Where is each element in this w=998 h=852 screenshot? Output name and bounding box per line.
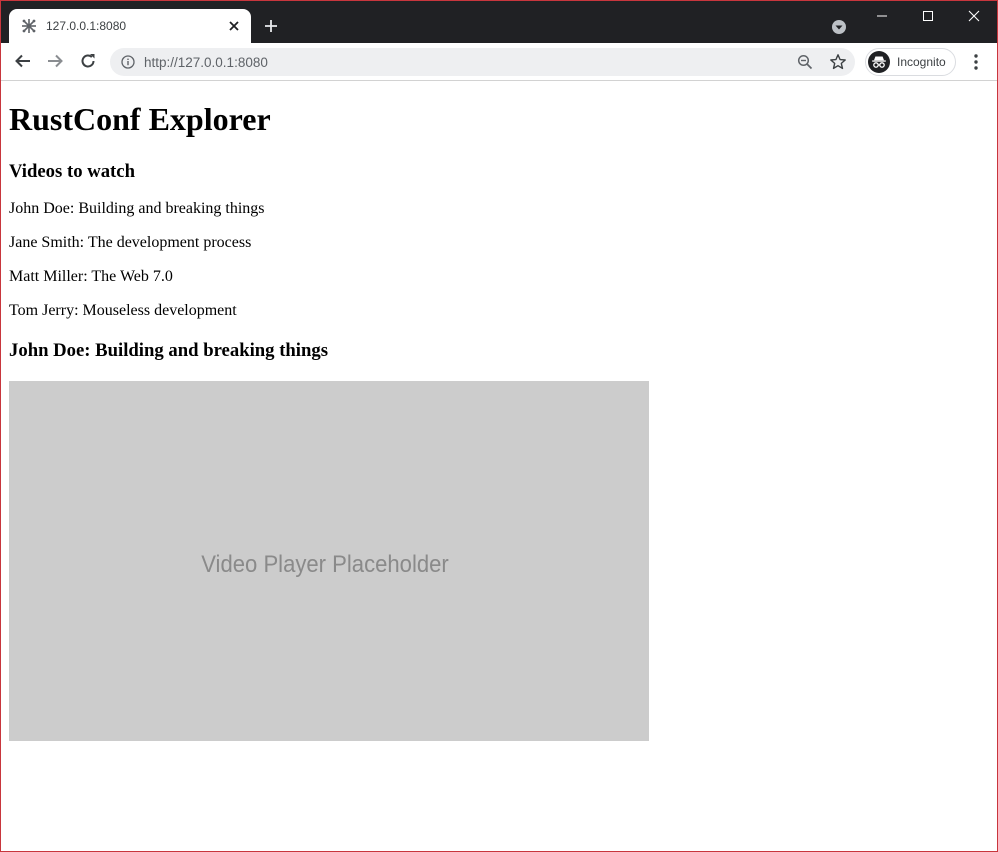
zoom-out-icon[interactable] [797, 54, 813, 70]
video-list-item[interactable]: John Doe: Building and breaking things [9, 200, 265, 218]
video-player-placeholder[interactable]: Video Player Placeholder [9, 381, 649, 741]
video-list-item[interactable]: Matt Miller: The Web 7.0 [9, 268, 265, 286]
address-bar[interactable]: http://127.0.0.1:8080 [110, 48, 855, 76]
incognito-icon [868, 51, 890, 73]
browser-toolbar: http://127.0.0.1:8080 Incognito [1, 43, 997, 81]
minimize-button[interactable] [859, 1, 905, 31]
page-title: RustConf Explorer [9, 101, 271, 137]
page-content: RustConf Explorer Videos to watch John D… [1, 81, 997, 851]
reload-icon[interactable] [79, 52, 97, 70]
browser-tab[interactable]: 127.0.0.1:8080 [9, 9, 251, 43]
video-list: John Doe: Building and breaking things J… [9, 200, 265, 336]
profile-label: Incognito [897, 55, 946, 69]
selected-video-title: John Doe: Building and breaking things [9, 340, 329, 361]
forward-arrow-icon[interactable] [46, 52, 64, 70]
maximize-button[interactable] [905, 1, 951, 31]
more-menu-icon[interactable] [969, 53, 983, 71]
video-player-label: Video Player Placeholder [201, 551, 449, 578]
new-tab-icon[interactable] [262, 17, 280, 35]
snowflake-icon [22, 19, 36, 33]
profile-button[interactable]: Incognito [865, 48, 956, 76]
title-bar: 127.0.0.1:8080 [1, 1, 997, 43]
videos-heading: Videos to watch [9, 161, 135, 182]
browser-window: 127.0.0.1:8080 http://127.0.0.1:8080 Inc… [0, 0, 998, 852]
bookmark-star-icon[interactable] [829, 53, 847, 71]
close-tab-icon[interactable] [226, 18, 242, 34]
url-text[interactable]: http://127.0.0.1:8080 [144, 55, 268, 70]
close-icon [968, 10, 980, 22]
video-list-item[interactable]: Jane Smith: The development process [9, 234, 265, 252]
close-window-button[interactable] [951, 1, 997, 31]
maximize-icon [923, 11, 933, 21]
site-info-icon[interactable] [121, 55, 135, 69]
video-list-item[interactable]: Tom Jerry: Mouseless development [9, 302, 265, 320]
minimize-icon [877, 15, 887, 17]
tab-title: 127.0.0.1:8080 [46, 19, 127, 33]
back-arrow-icon[interactable] [14, 52, 32, 70]
tab-search-icon[interactable] [830, 18, 848, 36]
